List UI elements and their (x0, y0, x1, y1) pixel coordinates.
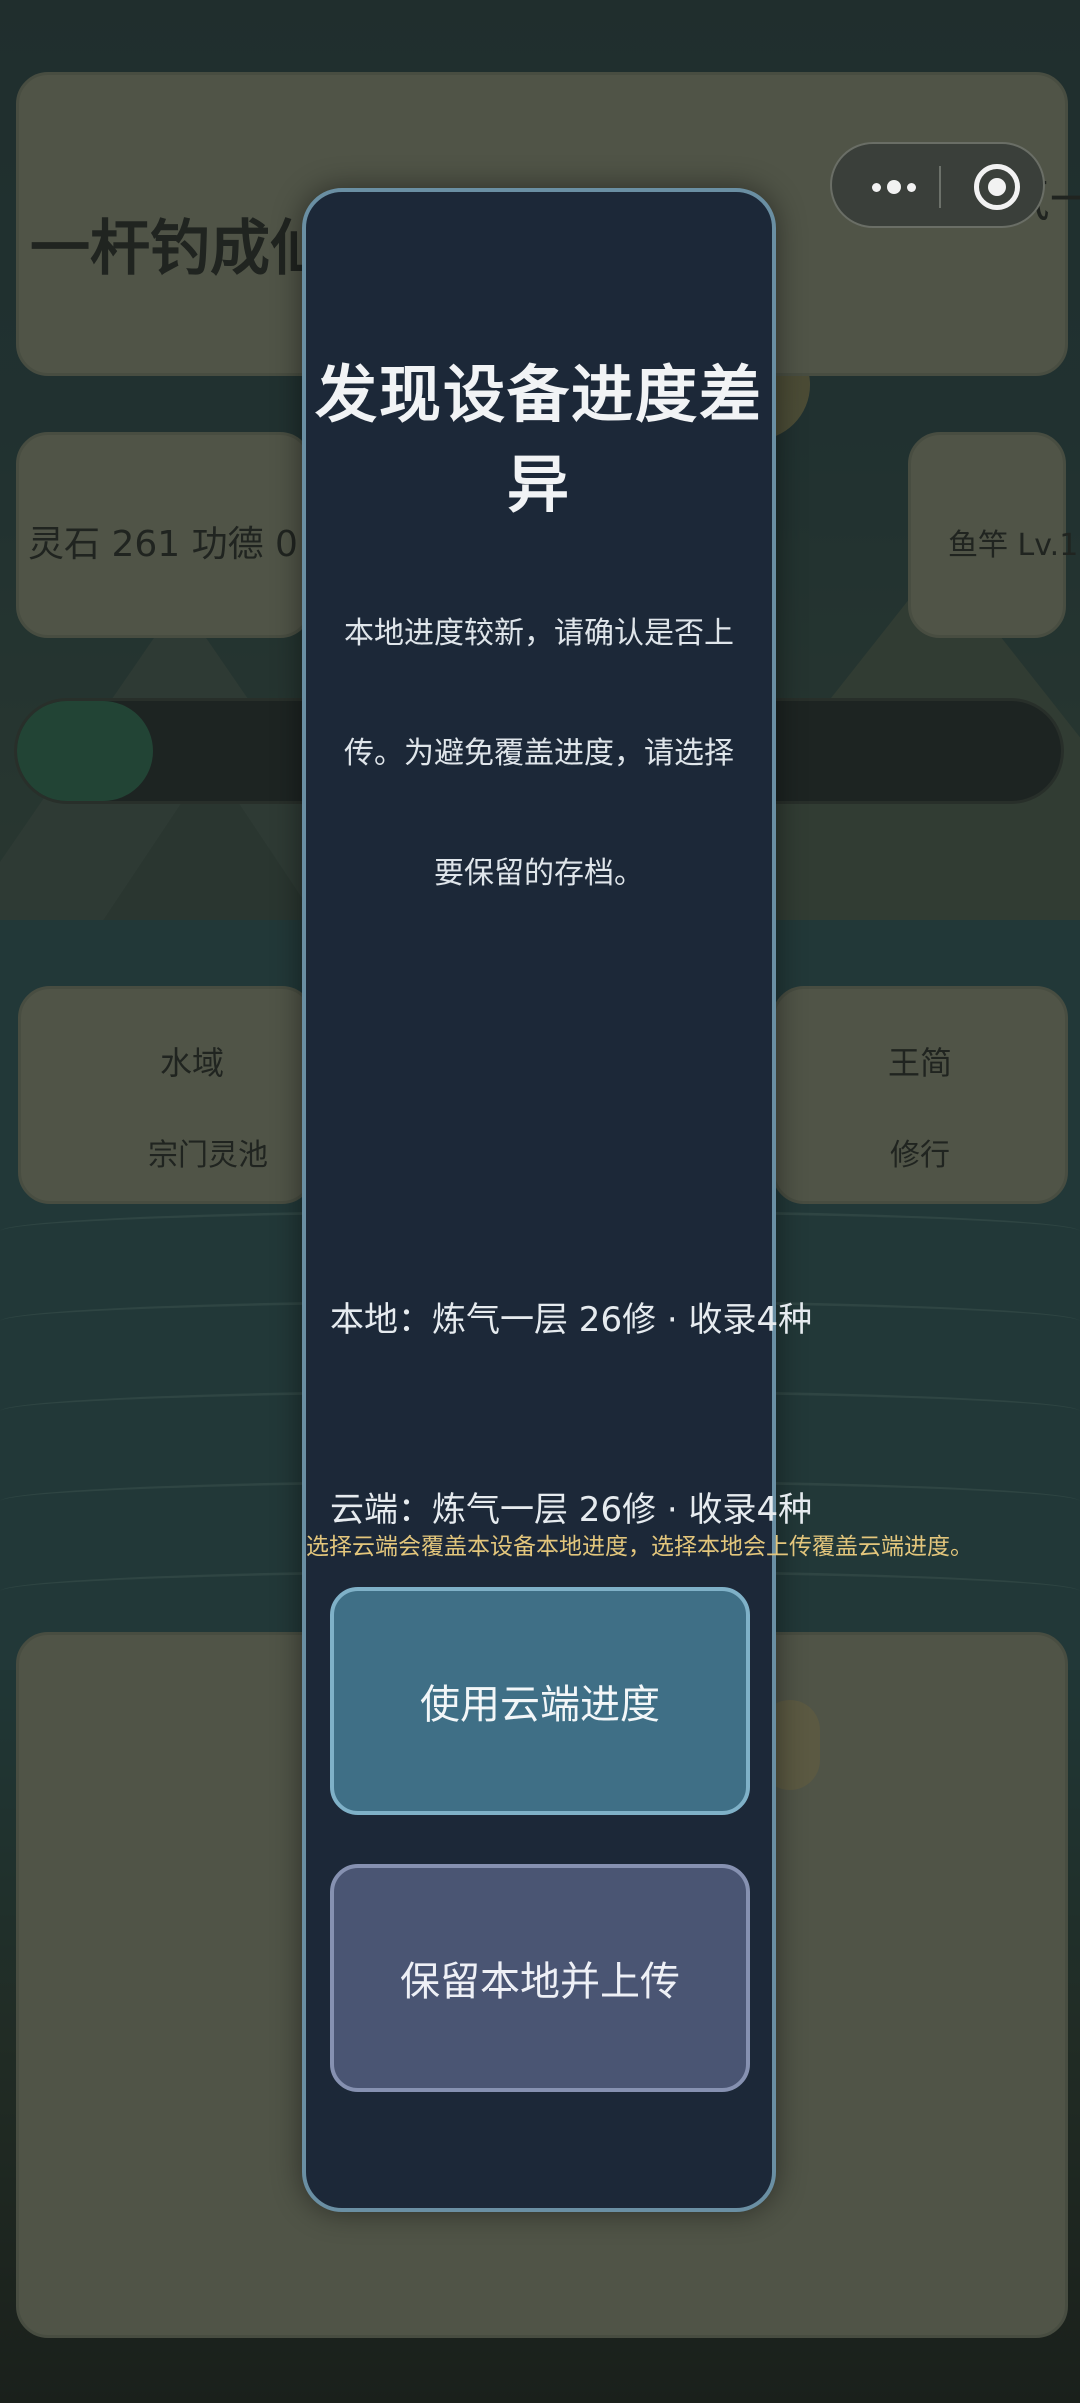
sync-conflict-dialog: 发现设备进度差异 本地进度较新，请确认是否上传。为避免覆盖进度，请选择要保留的存… (302, 188, 973, 2212)
keep-local-upload-button[interactable]: 保留本地并上传 (330, 1864, 750, 2092)
use-cloud-progress-label: 使用云端进度 (420, 1682, 660, 1728)
use-cloud-progress-button[interactable]: 使用云端进度 (330, 1587, 750, 1815)
dialog-title: 发现设备进度差异 (314, 358, 763, 521)
more-dots-icon[interactable] (862, 170, 926, 204)
capsule-divider (939, 166, 941, 208)
overwrite-warning: 选择云端会覆盖本设备本地进度，选择本地会上传覆盖云端进度。 (306, 1534, 973, 1560)
target-close-icon[interactable] (974, 164, 1020, 210)
mini-program-capsule (830, 142, 1045, 228)
dialog-description: 本地进度较新，请确认是否上传。为避免覆盖进度，请选择要保留的存档。 (344, 616, 734, 891)
cloud-progress-text: 云端：炼气一层 26修 · 收录4种 (330, 1490, 813, 1530)
local-progress-text: 本地：炼气一层 26修 · 收录4种 (330, 1300, 813, 1340)
keep-local-upload-label: 保留本地并上传 (400, 1959, 680, 2005)
game-screen: 一杆钓成仙 [炼气一层 灵石 261 功德 0 鱼竿 Lv.1 水域 宗门灵池 … (0, 0, 1080, 2403)
